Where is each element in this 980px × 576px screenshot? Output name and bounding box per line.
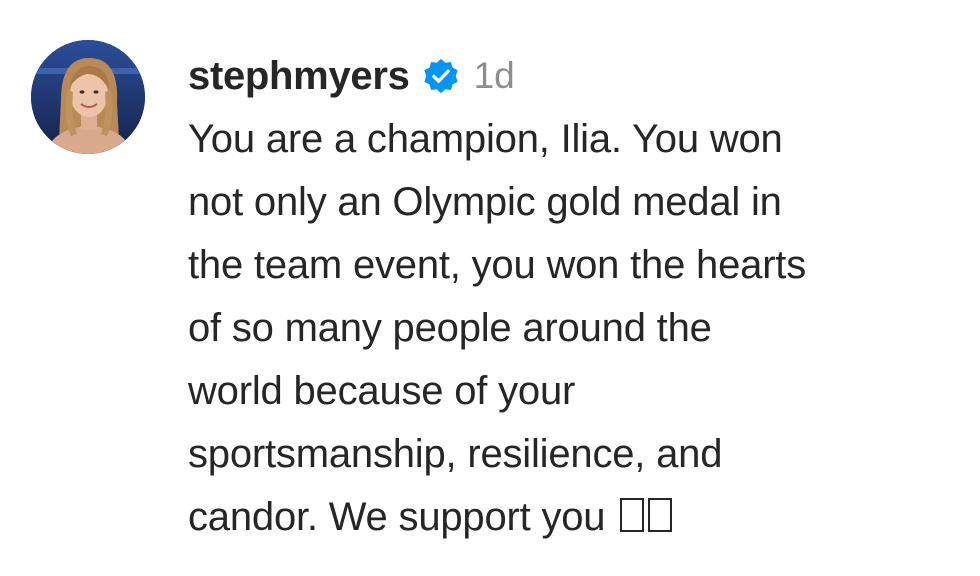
- missing-glyph-box-icon: [648, 498, 673, 532]
- comment-timestamp[interactable]: 1d: [474, 55, 515, 97]
- comment-text: You are a champion, Ilia. You won not on…: [188, 108, 968, 549]
- comment: stephmyers 1d You are a champion, Ilia. …: [0, 0, 980, 576]
- profile-photo-icon: [31, 40, 145, 154]
- username-link[interactable]: stephmyers: [188, 54, 410, 99]
- verified-badge-icon: [422, 57, 460, 95]
- avatar[interactable]: [31, 40, 145, 154]
- comment-body: stephmyers 1d You are a champion, Ilia. …: [188, 46, 968, 549]
- missing-glyph-box-icon: [620, 498, 645, 532]
- comment-text-content: You are a champion, Ilia. You won not on…: [188, 117, 807, 539]
- comment-header: stephmyers 1d: [188, 46, 968, 106]
